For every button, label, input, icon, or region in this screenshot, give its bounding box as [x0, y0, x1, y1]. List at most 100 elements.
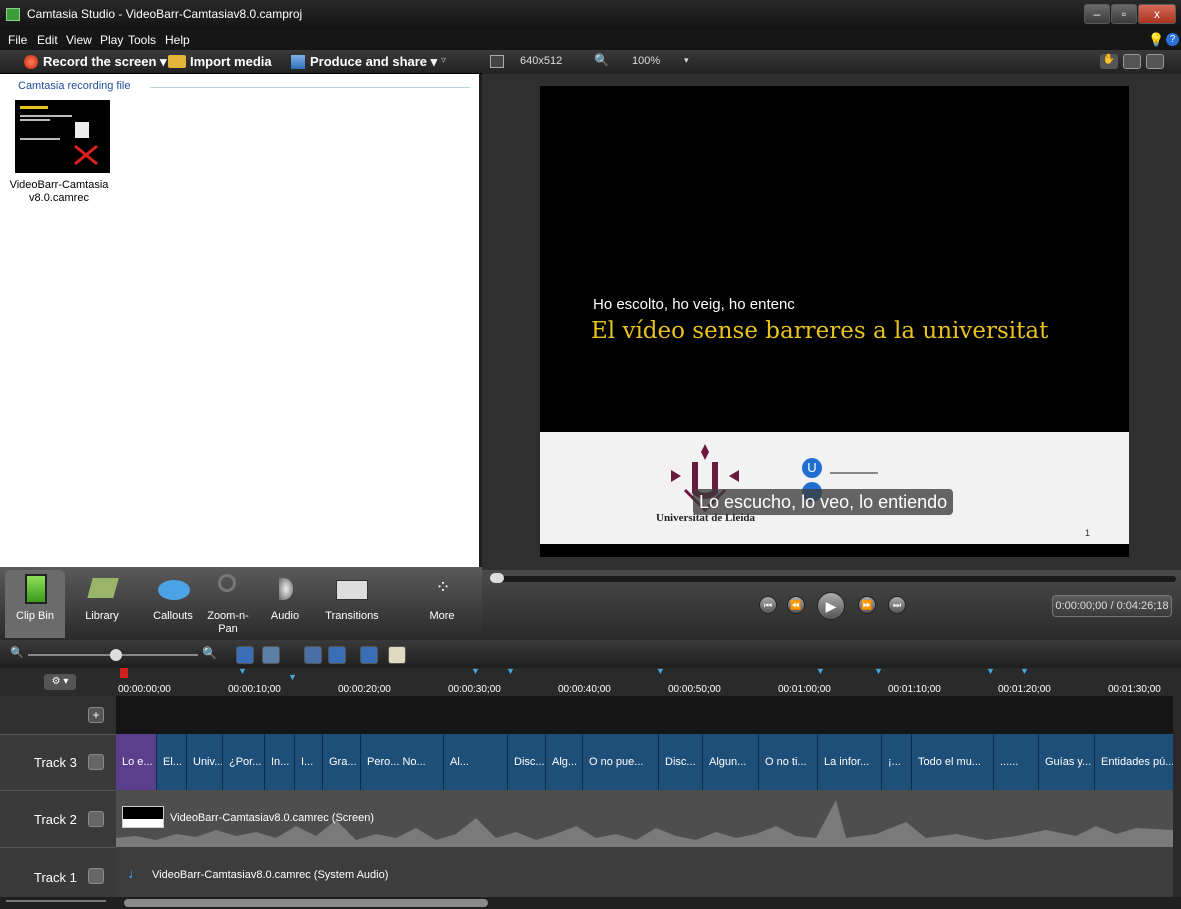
screen-video-track[interactable]: VideoBarr-Camtasiav8.0.camrec (Screen) [116, 790, 1173, 847]
cut-icon[interactable] [304, 646, 322, 664]
lock-icon[interactable] [88, 868, 104, 884]
menu-view[interactable]: View [66, 33, 92, 47]
next-clip-button[interactable]: ⏭ [888, 596, 906, 614]
track-2-header[interactable]: Track 2 [0, 790, 116, 847]
lock-icon[interactable] [88, 811, 104, 827]
zoom-level[interactable]: 100% [632, 55, 660, 67]
rewind-button[interactable]: ⏪ [787, 596, 805, 614]
menu-tools[interactable]: Tools [128, 33, 156, 47]
caption-overlay[interactable]: Lo escucho, lo veo, lo entiendo [693, 489, 954, 515]
previous-clip-button[interactable]: ⏮ [759, 596, 777, 614]
tool-tabs: Clip Bin Library Callouts Zoom-n- Pan Au… [0, 567, 482, 640]
caption-clip[interactable]: In... [265, 734, 295, 790]
preview-scrub-bar[interactable] [492, 576, 1176, 582]
undo-icon[interactable] [236, 646, 254, 664]
marker-icon[interactable]: ▼ [238, 666, 247, 676]
hand-tool-icon[interactable]: ✋ [1100, 54, 1118, 69]
import-media-button[interactable]: Import media [190, 54, 272, 69]
maximize-button[interactable]: ▫ [1111, 4, 1137, 24]
help-icon[interactable]: ? [1166, 33, 1179, 46]
track-height-slider[interactable] [6, 900, 106, 902]
tab-zoom-n-pan[interactable]: Zoom-n- Pan [198, 570, 258, 638]
toolbar-overflow-icon[interactable]: ▿ [441, 55, 446, 66]
marker-icon[interactable]: ▼ [874, 666, 883, 676]
menu-file[interactable]: File [8, 33, 27, 47]
caption-clip[interactable]: Disc... [659, 734, 703, 790]
menu-play[interactable]: Play [100, 33, 123, 47]
timeline-ruler[interactable]: 00:00:00;00 00:00:10;00 00:00:20;00 00:0… [116, 666, 1181, 696]
zoom-icon[interactable]: 🔍 [594, 53, 609, 67]
track-3-header[interactable]: Track 3 [0, 734, 116, 790]
lightbulb-icon[interactable]: 💡 [1148, 32, 1164, 48]
system-audio-track[interactable]: ♩ VideoBarr-Camtasiav8.0.camrec (System … [116, 847, 1173, 897]
caption-clip[interactable]: O no ti... [759, 734, 818, 790]
fit-size-icon[interactable] [490, 55, 504, 68]
caption-clip[interactable]: Alg... [546, 734, 583, 790]
caption-clip[interactable]: Disc... [508, 734, 546, 790]
track-1-header[interactable]: Track 1 [0, 847, 116, 897]
tab-callouts[interactable]: Callouts [143, 570, 203, 638]
zoom-dropdown-icon[interactable]: ▾ [684, 55, 689, 66]
copy-icon[interactable] [360, 646, 378, 664]
caption-clip[interactable]: El... [157, 734, 187, 790]
clip-thumbnail[interactable] [15, 100, 110, 173]
marker-icon[interactable]: ▼ [656, 666, 665, 676]
detach-preview-icon[interactable] [1146, 54, 1164, 69]
caption-clip[interactable]: ¡... [882, 734, 912, 790]
tab-library[interactable]: Library [72, 570, 132, 638]
marker-icon[interactable]: ▼ [816, 666, 825, 676]
caption-clip[interactable]: ¿Por... [223, 734, 265, 790]
fast-forward-button[interactable]: ⏩ [858, 596, 876, 614]
tab-clip-bin[interactable]: Clip Bin [5, 570, 65, 638]
tab-transitions[interactable]: Transitions [322, 570, 382, 638]
marker-icon[interactable]: ▼ [1020, 666, 1029, 676]
playhead[interactable] [120, 668, 128, 678]
crop-icon[interactable] [1123, 54, 1141, 69]
caption-track[interactable]: Lo e... El... Univ... ¿Por... In... I...… [116, 734, 1173, 790]
caption-clip[interactable]: Univ... [187, 734, 223, 790]
gear-icon[interactable]: ⚙ ▾ [44, 674, 76, 690]
menu-help[interactable]: Help [165, 33, 190, 47]
split-icon[interactable] [328, 646, 346, 664]
caption-clip[interactable]: Guías y... [1039, 734, 1095, 790]
caption-clip[interactable]: Al... [444, 734, 508, 790]
caption-clip[interactable]: Algun... [703, 734, 759, 790]
record-screen-button[interactable]: Record the screen ▾ [43, 54, 167, 70]
zoom-slider-handle[interactable] [110, 649, 122, 661]
caption-clip[interactable]: Pero... No... [361, 734, 444, 790]
horizontal-scrollbar[interactable] [0, 897, 1181, 909]
empty-track-row[interactable] [116, 696, 1173, 734]
caption-clip[interactable]: Gra... [323, 734, 361, 790]
add-track-button[interactable]: + [88, 707, 104, 723]
produce-share-button[interactable]: Produce and share ▾ [310, 54, 437, 70]
clip-label[interactable]: VideoBarr-Camtasia v8.0.camrec [4, 179, 114, 205]
redo-icon[interactable] [262, 646, 280, 664]
marker-icon[interactable]: ▼ [986, 666, 995, 676]
caption-clip[interactable]: La infor... [818, 734, 882, 790]
marker-icon[interactable]: ▼ [506, 666, 515, 676]
caption-clip[interactable]: Entidades pú... [1095, 734, 1173, 790]
vertical-scrollbar[interactable] [1173, 696, 1181, 897]
canvas-dimensions[interactable]: 640x512 [520, 55, 562, 67]
menu-edit[interactable]: Edit [37, 33, 58, 47]
caption-clip[interactable]: ...... [994, 734, 1039, 790]
screen-clip-label[interactable]: VideoBarr-Camtasiav8.0.camrec (Screen) [170, 812, 374, 824]
minimize-button[interactable]: – [1084, 4, 1110, 24]
caption-clip[interactable]: Todo el mu... [912, 734, 994, 790]
marker-icon[interactable]: ▼ [471, 666, 480, 676]
lock-icon[interactable] [88, 754, 104, 770]
caption-clip[interactable]: I... [295, 734, 323, 790]
tab-more[interactable]: ⁘ More [412, 570, 472, 638]
caption-clip[interactable]: O no pue... [583, 734, 659, 790]
paste-icon[interactable] [388, 646, 406, 664]
close-button[interactable]: x [1138, 4, 1176, 24]
play-button[interactable]: ▶ [817, 592, 845, 620]
audio-clip-label[interactable]: VideoBarr-Camtasiav8.0.camrec (System Au… [152, 869, 388, 881]
scrollbar-thumb[interactable] [124, 899, 488, 907]
marker-icon[interactable]: ▼ [288, 672, 297, 682]
scrub-handle[interactable] [490, 573, 504, 583]
caption-clip[interactable]: Lo e... [116, 734, 157, 790]
zoom-out-icon[interactable]: 🔍 [10, 646, 24, 659]
tab-audio[interactable]: Audio [255, 570, 315, 638]
zoom-in-icon[interactable]: 🔍 [202, 646, 217, 660]
